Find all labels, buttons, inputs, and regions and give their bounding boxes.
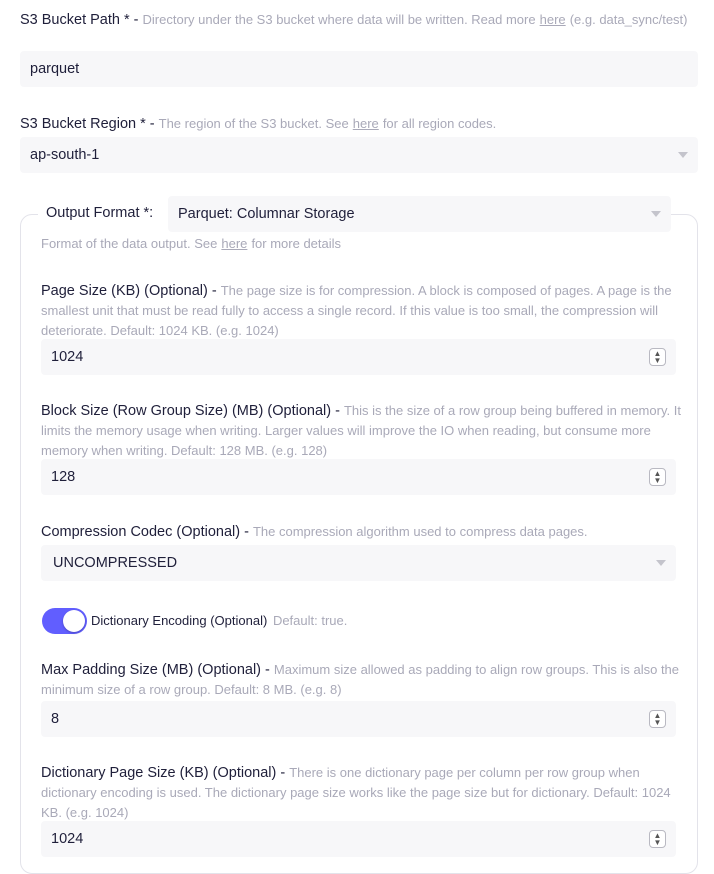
chevron-down-icon	[678, 152, 688, 158]
dict-page-size-input[interactable]: 1024 ▲ ▼	[41, 821, 676, 857]
output-format-label: Output Format *:	[46, 205, 154, 221]
max-padding-input[interactable]: 8 ▲ ▼	[41, 701, 676, 737]
max-padding-label: Max Padding Size (MB) (Optional) - Maxim…	[41, 662, 680, 697]
dictionary-encoding-toggle[interactable]	[42, 608, 87, 634]
output-format-help-link[interactable]: here	[221, 236, 247, 251]
toggle-knob	[63, 610, 85, 632]
spinner-icon[interactable]: ▲ ▼	[649, 710, 666, 728]
output-format-select[interactable]: Parquet: Columnar Storage	[168, 196, 671, 232]
page-size-label: Page Size (KB) (Optional) - The page siz…	[41, 283, 672, 338]
s3-region-value: ap-south-1	[30, 147, 100, 163]
s3-region-help-link[interactable]: here	[353, 116, 379, 131]
block-size-label: Block Size (Row Group Size) (MB) (Option…	[41, 403, 681, 458]
page-size-input[interactable]: 1024 ▲ ▼	[41, 339, 676, 375]
chevron-down-icon	[656, 560, 666, 566]
compression-select[interactable]: UNCOMPRESSED	[41, 545, 676, 581]
dictionary-encoding-label: Dictionary Encoding (Optional) Default: …	[91, 613, 348, 628]
dict-page-size-label: Dictionary Page Size (KB) (Optional) - T…	[41, 765, 671, 820]
spinner-icon[interactable]: ▲ ▼	[649, 468, 666, 486]
compression-label: Compression Codec (Optional) - The compr…	[41, 524, 588, 540]
spinner-icon[interactable]: ▲ ▼	[649, 830, 666, 848]
max-padding-value: 8	[51, 711, 60, 727]
s3-path-label: S3 Bucket Path * - Directory under the S…	[20, 12, 688, 28]
s3-path-input[interactable]: parquet	[20, 51, 698, 87]
compression-value: UNCOMPRESSED	[53, 555, 178, 571]
block-size-value: 128	[51, 469, 76, 485]
spinner-icon[interactable]: ▲ ▼	[649, 348, 666, 366]
page-size-value: 1024	[51, 349, 84, 365]
s3-region-select[interactable]: ap-south-1	[20, 137, 698, 173]
s3-path-help-link[interactable]: here	[540, 12, 566, 27]
output-format-desc: Format of the data output. See here for …	[41, 236, 342, 251]
s3-region-label: S3 Bucket Region * - The region of the S…	[20, 116, 497, 132]
chevron-down-icon	[651, 211, 661, 217]
output-format-value: Parquet: Columnar Storage	[178, 206, 355, 222]
block-size-input[interactable]: 128 ▲ ▼	[41, 459, 676, 495]
dict-page-size-value: 1024	[51, 831, 84, 847]
